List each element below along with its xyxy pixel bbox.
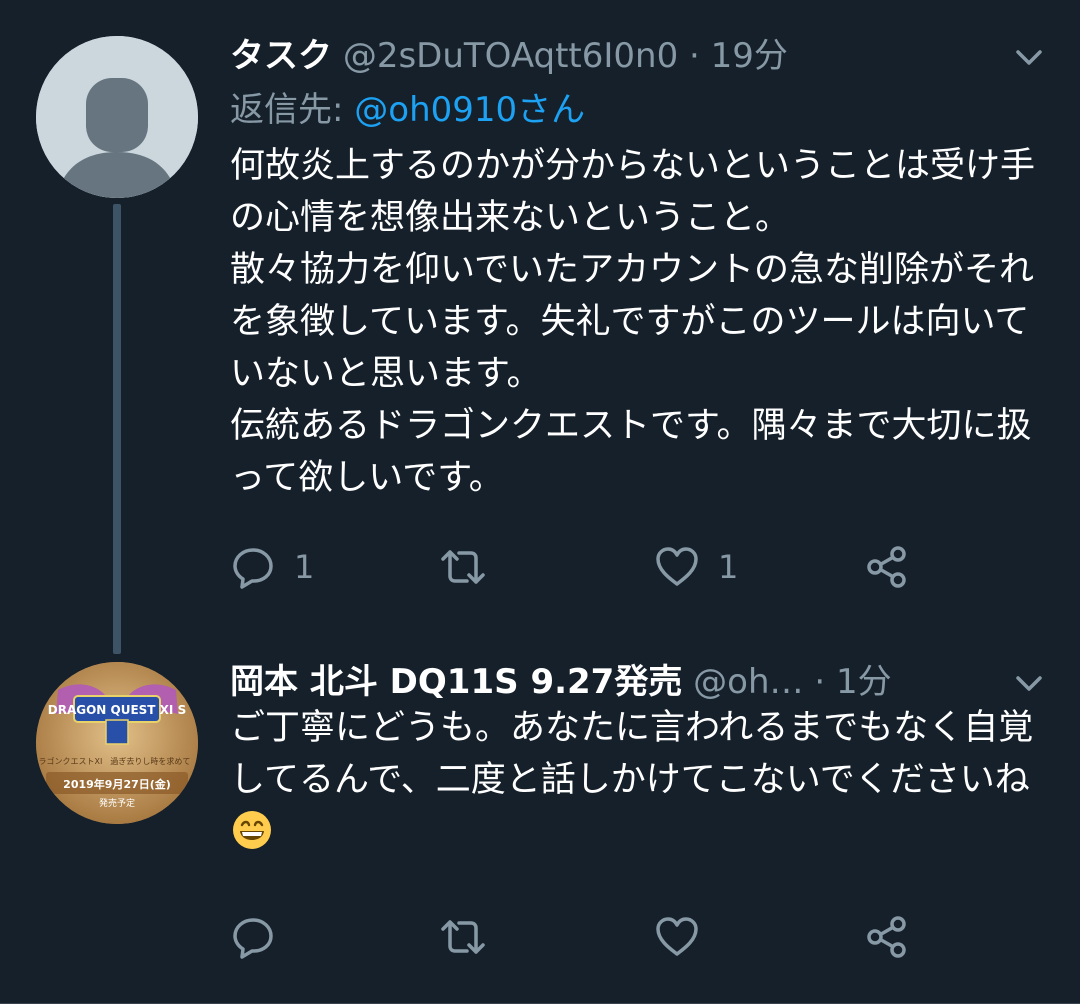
- tweet-text-content: ご丁寧にどうも。あなたに言われるまでもなく自覚してるんで、二度と話しかけてこない…: [230, 708, 1034, 800]
- reply-icon: [233, 918, 273, 959]
- avatar[interactable]: [36, 36, 198, 198]
- game-title-caption: 「ドラゴンクエストXI 過ぎ去りし時を求めて S」: [36, 756, 198, 766]
- like-button[interactable]: [654, 912, 718, 962]
- tweet-actions: 1 1: [230, 542, 930, 592]
- tweet-header: 岡本 北斗 DQ11S 9.27発売 @oh… · 1分: [230, 660, 970, 704]
- replying-to: 返信先: @oh0910さん: [230, 88, 585, 132]
- replying-to-label: 返信先:: [230, 90, 344, 130]
- separator-dot: ·: [814, 662, 826, 702]
- author-handle[interactable]: @oh…: [693, 662, 803, 702]
- release-status-text: 発売予定: [99, 797, 135, 809]
- share-icon: [867, 546, 906, 588]
- tweet-text: 何故炎上するのかが分からないということは受け手の心情を想像出来ないということ。 …: [230, 146, 1036, 498]
- tweet[interactable]: タスク @2sDuTOAqtt6I0n0 · 19分 返信先: @oh0910さ…: [0, 0, 1080, 654]
- share-icon: [867, 916, 906, 958]
- author-name[interactable]: 岡本 北斗 DQ11S 9.27発売: [230, 662, 682, 702]
- retweet-icon: [441, 920, 485, 954]
- share-button[interactable]: [864, 912, 910, 962]
- thread-connector-line: [113, 204, 121, 654]
- release-date-text: 2019年9月27日(金): [63, 777, 171, 791]
- heart-icon: [656, 547, 698, 586]
- chevron-down-icon[interactable]: [1014, 42, 1044, 72]
- heart-icon: [656, 917, 698, 956]
- retweet-button[interactable]: [440, 912, 504, 962]
- share-button[interactable]: [864, 542, 910, 592]
- author-handle[interactable]: @2sDuTOAqtt6I0n0: [343, 36, 678, 76]
- avatar[interactable]: DRAGON QUEST XI S 「ドラゴンクエストXI 過ぎ去りし時を求めて…: [36, 662, 198, 824]
- reply-mention-link[interactable]: @oh0910さん: [354, 90, 585, 130]
- logo-text: DRAGON QUEST XI S: [48, 703, 186, 717]
- reply-button[interactable]: 1: [230, 542, 314, 592]
- author-name[interactable]: タスク: [230, 36, 332, 76]
- game-logo-avatar-image: DRAGON QUEST XI S 「ドラゴンクエストXI 過ぎ去りし時を求めて…: [36, 662, 198, 824]
- reply-icon: [233, 548, 273, 589]
- reply-button[interactable]: [230, 912, 294, 962]
- chevron-down-icon[interactable]: [1014, 668, 1044, 698]
- timestamp[interactable]: 1分: [836, 662, 892, 702]
- tweet-header: タスク @2sDuTOAqtt6I0n0 · 19分: [230, 34, 970, 78]
- tweet-text: ご丁寧にどうも。あなたに言われるまでもなく自覚してるんで、二度と話しかけてこない…: [230, 702, 1040, 858]
- retweet-icon: [441, 550, 485, 584]
- grinning-face-emoji-icon: [233, 811, 271, 849]
- reply-count: 1: [294, 548, 315, 586]
- separator-dot: ·: [689, 36, 700, 76]
- tweet[interactable]: DRAGON QUEST XI S 「ドラゴンクエストXI 過ぎ去りし時を求めて…: [0, 640, 1080, 1004]
- like-button[interactable]: 1: [654, 542, 738, 592]
- retweet-button[interactable]: [440, 542, 504, 592]
- tweet-actions: [230, 912, 930, 962]
- timestamp[interactable]: 19分: [711, 36, 788, 76]
- default-user-icon: [36, 36, 198, 198]
- like-count: 1: [718, 548, 739, 586]
